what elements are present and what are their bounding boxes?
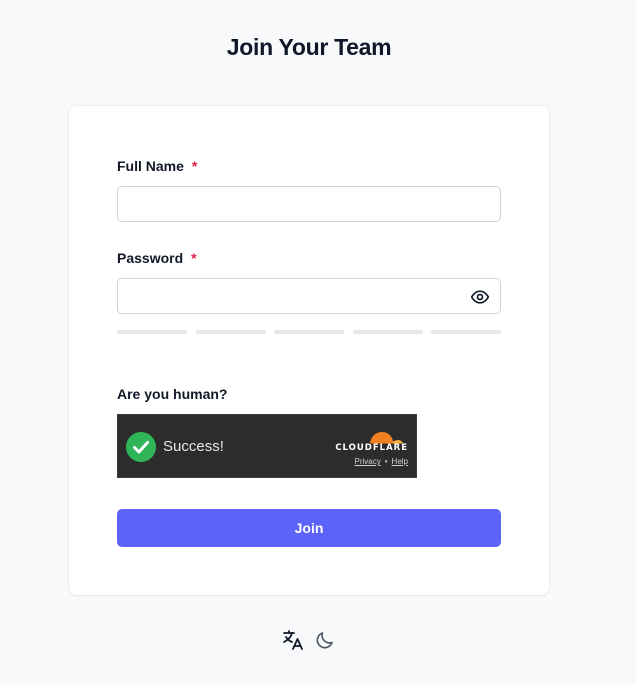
full-name-label: Full Name * bbox=[117, 158, 197, 174]
full-name-input[interactable] bbox=[118, 187, 472, 221]
full-name-required-mark: * bbox=[191, 158, 198, 174]
strength-segment bbox=[274, 330, 344, 334]
strength-segment bbox=[431, 330, 501, 334]
captcha-status-text: Success! bbox=[163, 438, 224, 455]
password-label: Password * bbox=[117, 250, 197, 266]
cloudflare-turnstile-widget[interactable]: Success! CLOUDFLARE Privacy • Help bbox=[117, 414, 417, 478]
full-name-field[interactable] bbox=[117, 186, 501, 222]
eye-icon[interactable] bbox=[470, 287, 490, 307]
password-label-text: Password bbox=[117, 250, 184, 266]
cloudflare-brand: CLOUDFLARE bbox=[335, 443, 408, 453]
success-check-icon bbox=[126, 432, 156, 462]
join-form-card: Full Name * Password * Are you human? Succ bbox=[69, 106, 549, 595]
join-button[interactable]: Join bbox=[117, 509, 501, 547]
moon-icon[interactable] bbox=[313, 628, 337, 652]
cloudflare-links: Privacy • Help bbox=[355, 457, 409, 466]
full-name-label-text: Full Name bbox=[117, 158, 184, 174]
privacy-link[interactable]: Privacy bbox=[355, 457, 381, 466]
password-field[interactable] bbox=[117, 278, 501, 314]
strength-segment bbox=[195, 330, 266, 334]
page-title: Join Your Team bbox=[226, 34, 392, 60]
help-link[interactable]: Help bbox=[392, 457, 408, 466]
password-input[interactable] bbox=[118, 279, 472, 313]
strength-segment bbox=[117, 330, 187, 334]
link-separator: • bbox=[384, 457, 388, 466]
captcha-label: Are you human? bbox=[117, 386, 228, 402]
strength-segment bbox=[352, 330, 423, 334]
password-required-mark: * bbox=[191, 250, 197, 266]
translate-icon[interactable] bbox=[281, 628, 305, 652]
password-strength-meter bbox=[117, 330, 501, 334]
footer-controls bbox=[281, 628, 337, 652]
